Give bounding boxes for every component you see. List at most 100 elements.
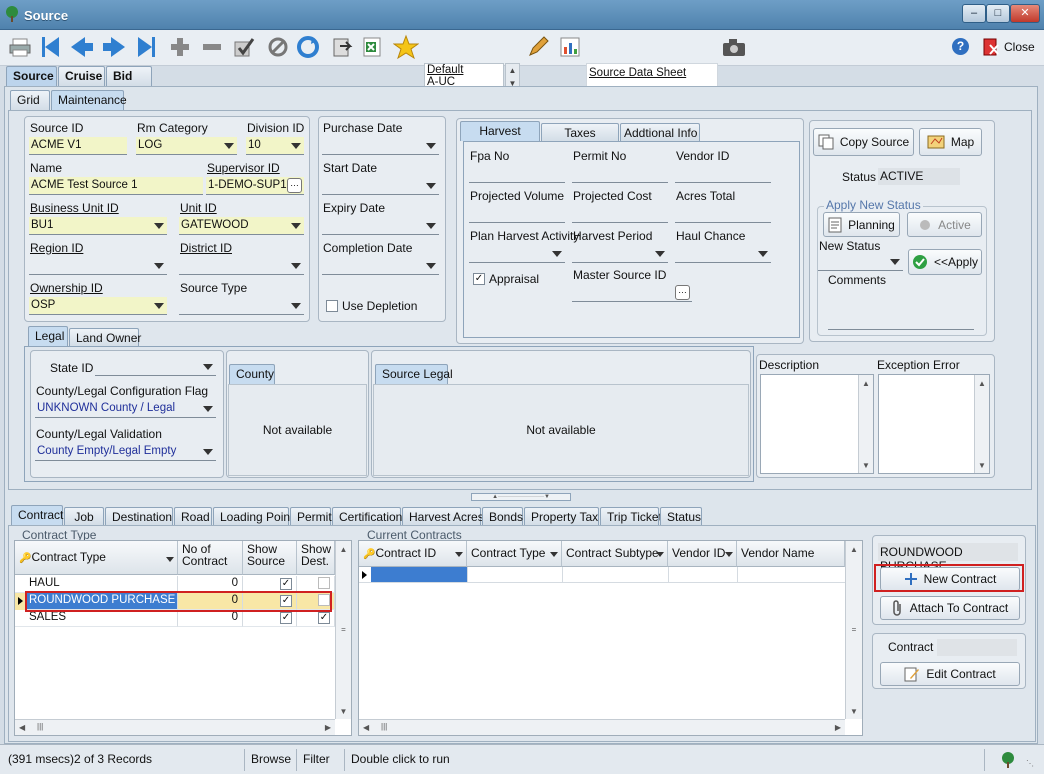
table-row[interactable]: SALES 0 ✓ ✓: [15, 610, 335, 627]
maximize-button[interactable]: □: [986, 4, 1010, 23]
projected-cost-field[interactable]: [572, 205, 668, 223]
new-status-select[interactable]: [818, 253, 903, 271]
splitter-handle[interactable]: ▲·······················▼: [471, 493, 571, 501]
district-id-select[interactable]: [179, 257, 304, 275]
master-source-id-field[interactable]: …: [572, 284, 692, 302]
save-record-icon[interactable]: [230, 33, 258, 61]
district-id-link[interactable]: District ID: [180, 241, 232, 255]
tab-job[interactable]: Job: [64, 507, 104, 525]
division-id-select[interactable]: 10: [246, 137, 304, 155]
tab-harvest[interactable]: Harvest: [460, 121, 540, 141]
comments-field[interactable]: [828, 312, 974, 330]
show-source-checkbox[interactable]: ✓: [280, 578, 292, 590]
tab-road[interactable]: Road: [174, 507, 212, 525]
tab-bonds[interactable]: Bonds: [482, 507, 523, 525]
plan-harvest-activity-select[interactable]: [469, 245, 565, 263]
start-date-picker[interactable]: [322, 177, 439, 195]
previous-record-icon[interactable]: [68, 33, 96, 61]
unit-id-link[interactable]: Unit ID: [180, 201, 217, 215]
col-contract-type[interactable]: 🔑Contract Type: [15, 541, 178, 575]
exception-scrollbar[interactable]: ▲ ▼: [974, 375, 989, 473]
filter-indicator[interactable]: Filter: [297, 749, 345, 771]
layout-item-default[interactable]: Default: [427, 64, 503, 76]
chevron-down-icon[interactable]: [288, 297, 304, 314]
cancel-edit-icon[interactable]: [264, 33, 292, 61]
permit-no-field[interactable]: [572, 165, 668, 183]
haul-chance-select[interactable]: [675, 245, 771, 263]
chevron-down-icon[interactable]: [288, 137, 304, 154]
tab-loading-point[interactable]: Loading Point: [213, 507, 293, 525]
report-source-data-sheet[interactable]: Source Data Sheet: [589, 67, 686, 79]
business-unit-select[interactable]: BU1: [29, 217, 167, 235]
contract-type-cell[interactable]: SALES: [15, 610, 178, 627]
delete-record-icon[interactable]: [198, 33, 226, 61]
col-no-of-contract[interactable]: No of Contract: [178, 541, 243, 575]
ellipsis-icon[interactable]: …: [287, 178, 302, 193]
excel-icon[interactable]: [358, 33, 386, 61]
close-button[interactable]: Close: [982, 38, 1035, 56]
source-id-field[interactable]: ACME V1: [29, 137, 127, 155]
tab-additional-info[interactable]: Addtional Info: [620, 123, 700, 141]
tab-destination[interactable]: Destination: [105, 507, 173, 525]
fpa-no-field[interactable]: [469, 165, 565, 183]
tab-legal[interactable]: Legal: [28, 326, 68, 346]
chevron-down-icon[interactable]: [755, 245, 771, 262]
harvest-period-select[interactable]: [572, 245, 668, 263]
col-contract-type-cc[interactable]: Contract Type: [467, 541, 562, 567]
favorites-star-icon[interactable]: [392, 33, 420, 61]
window-close-button[interactable]: ✕: [1010, 4, 1040, 23]
chevron-down-icon[interactable]: [423, 177, 439, 194]
filter-dropdown-icon[interactable]: [455, 552, 463, 557]
expiry-date-picker[interactable]: [322, 217, 439, 235]
unit-id-select[interactable]: GATEWOOD: [179, 217, 304, 235]
help-icon[interactable]: ?: [952, 38, 969, 55]
col-show-source[interactable]: Show Source: [243, 541, 297, 575]
filter-dropdown-icon[interactable]: [725, 552, 733, 557]
contract-type-vscroll[interactable]: ▲ = ▼: [335, 541, 351, 719]
supervisor-id-field[interactable]: 1-DEMO-SUP1…: [206, 177, 304, 195]
description-textarea[interactable]: ▲ ▼: [760, 374, 874, 474]
current-contracts-vscroll[interactable]: ▲ = ▼: [845, 541, 862, 719]
tab-contract[interactable]: Contract: [11, 505, 63, 525]
tab-maintenance[interactable]: Maintenance: [51, 90, 127, 110]
minimize-button[interactable]: –: [962, 4, 986, 23]
copy-source-button[interactable]: Copy Source: [813, 128, 914, 156]
projected-volume-field[interactable]: [469, 205, 565, 223]
chevron-down-icon[interactable]: [423, 137, 439, 154]
tab-harvest-acres[interactable]: Harvest Acres: [402, 507, 484, 525]
completion-date-picker[interactable]: [322, 257, 439, 275]
chevron-down-icon[interactable]: [288, 217, 304, 234]
edit-pencil-icon[interactable]: [524, 33, 552, 61]
filter-dropdown-icon[interactable]: [166, 557, 174, 562]
checkbox-box[interactable]: [326, 300, 338, 312]
appraisal-checkbox[interactable]: ✓ Appraisal: [473, 272, 539, 286]
col-vendor-id[interactable]: Vendor ID: [668, 541, 737, 567]
resize-grip-icon[interactable]: ⋱: [1026, 759, 1034, 768]
state-id-select[interactable]: [95, 358, 216, 376]
edit-contract-button[interactable]: Edit Contract: [880, 662, 1020, 686]
attach-contract-button[interactable]: Attach To Contract: [880, 596, 1020, 620]
show-dest-checkbox[interactable]: ✓: [318, 612, 330, 624]
apply-status-button[interactable]: <<Apply: [908, 249, 982, 275]
tab-land-owner[interactable]: Land Owner: [69, 328, 141, 346]
use-depletion-checkbox[interactable]: Use Depletion: [326, 299, 417, 313]
col-vendor-name[interactable]: Vendor Name: [737, 541, 845, 567]
first-record-icon[interactable]: [36, 33, 64, 61]
col-contract-id[interactable]: 🔑Contract ID: [359, 541, 467, 567]
chevron-down-icon[interactable]: [200, 443, 216, 460]
purchase-date-picker[interactable]: [322, 137, 439, 155]
chevron-down-icon[interactable]: [549, 245, 565, 262]
chevron-down-icon[interactable]: [887, 253, 903, 270]
ownership-id-link[interactable]: Ownership ID: [30, 281, 103, 295]
chevron-down-icon[interactable]: [200, 400, 216, 417]
print-icon[interactable]: [6, 33, 34, 61]
chevron-down-icon[interactable]: [423, 257, 439, 274]
supervisor-id-link[interactable]: Supervisor ID: [207, 161, 280, 175]
active-button[interactable]: Active: [907, 212, 982, 237]
chevron-down-icon[interactable]: [652, 245, 668, 262]
tab-trip-ticket[interactable]: Trip Ticket: [600, 507, 662, 525]
map-button[interactable]: Map: [919, 128, 982, 156]
config-flag-select[interactable]: UNKNOWN County / Legal: [35, 400, 216, 418]
tab-property-tax[interactable]: Property Tax: [524, 507, 599, 525]
tab-source-legal[interactable]: Source Legal: [375, 364, 453, 384]
